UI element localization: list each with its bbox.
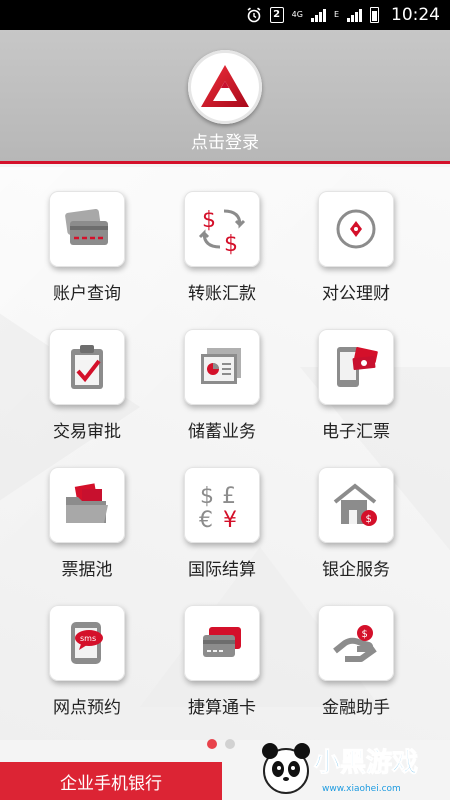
battery-icon — [370, 7, 379, 23]
svg-text:$: $ — [362, 629, 368, 640]
hand-coin-icon: $ — [318, 605, 394, 681]
svg-text:€: € — [199, 508, 213, 531]
page-dot-1[interactable] — [207, 739, 217, 749]
page-dot-2[interactable] — [225, 739, 235, 749]
house-coin-icon: $ — [318, 467, 394, 543]
alarm-icon — [246, 7, 262, 23]
menu-item-label: 网点预约 — [53, 698, 121, 718]
menu-item-bank-enterprise-service[interactable]: $ 银企服务 — [293, 467, 403, 597]
menu-item-e-bill[interactable]: 电子汇票 — [293, 329, 403, 459]
cards-icon — [184, 605, 260, 681]
menu-item-label: 国际结算 — [188, 560, 256, 580]
svg-text:$: $ — [202, 208, 216, 233]
tab-corporate-mobile-banking[interactable]: 企业手机银行 — [0, 762, 222, 800]
mobile-bill-icon — [318, 329, 394, 405]
svg-text:$: $ — [200, 484, 214, 509]
money-transfer-icon: $ $ — [184, 191, 260, 267]
menu-item-corporate-wealth[interactable]: 对公理财 — [293, 191, 403, 321]
status-bar: 2 4G E 10:24 — [0, 0, 450, 30]
menu-item-transaction-approval[interactable]: 交易审批 — [24, 329, 134, 459]
menu-item-label: 银企服务 — [322, 560, 390, 580]
menu-item-international-settlement[interactable]: $ £ € ¥ 国际结算 — [159, 467, 269, 597]
menu-item-label: 金融助手 — [322, 698, 390, 718]
watermark-brand-text: 小黑游戏 — [314, 748, 418, 778]
page-indicator[interactable] — [207, 739, 235, 749]
svg-text:sms: sms — [80, 634, 96, 643]
menu-item-savings[interactable]: 储蓄业务 — [159, 329, 269, 459]
menu-item-label: 对公理财 — [322, 284, 390, 304]
savings-documents-icon — [184, 329, 260, 405]
watermark-url-text: www.xiaohei.com — [322, 784, 401, 794]
bank-card-icon — [49, 191, 125, 267]
menu-item-transfer[interactable]: $ $ 转账汇款 — [159, 191, 269, 321]
sms-phone-icon: sms — [49, 605, 125, 681]
menu-item-branch-appointment[interactable]: sms 网点预约 — [24, 605, 134, 735]
signal-strength-2-icon — [347, 8, 362, 22]
clipboard-check-icon — [49, 329, 125, 405]
login-header[interactable]: 点击登录 — [0, 30, 450, 164]
network-e-label: E — [333, 10, 339, 19]
menu-item-label: 电子汇票 — [322, 422, 390, 442]
menu-item-label: 票据池 — [61, 560, 113, 580]
svg-text:£: £ — [222, 484, 236, 509]
menu-item-label: 账户查询 — [53, 284, 121, 304]
menu-grid: 账户查询 $ $ 转账汇款 对公理财 交易审批 储蓄业务 电子汇票 票据池 $ … — [0, 167, 450, 740]
panda-mascot-icon — [262, 743, 310, 794]
svg-text:$: $ — [366, 514, 372, 525]
site-watermark: 小黑游戏 www.xiaohei.com — [258, 735, 448, 797]
menu-item-finance-assistant[interactable]: $ 金融助手 — [293, 605, 403, 735]
bank-logo-icon[interactable] — [188, 50, 262, 124]
menu-item-label: 储蓄业务 — [188, 422, 256, 442]
network-type-label: 4G — [291, 10, 303, 19]
folder-documents-icon — [49, 467, 125, 543]
clock-time: 10:24 — [391, 5, 440, 25]
svg-text:$: $ — [224, 232, 238, 255]
signal-strength-icon — [310, 8, 326, 22]
wealth-coin-icon — [318, 191, 394, 267]
svg-text:¥: ¥ — [223, 508, 237, 531]
menu-item-settlement-card[interactable]: 捷算通卡 — [159, 605, 269, 735]
menu-item-account-query[interactable]: 账户查询 — [24, 191, 134, 321]
menu-item-label: 转账汇款 — [188, 284, 256, 304]
sim-indicator-icon: 2 — [269, 7, 284, 23]
menu-item-bill-pool[interactable]: 票据池 — [24, 467, 134, 597]
menu-item-label: 捷算通卡 — [188, 698, 256, 718]
login-link[interactable]: 点击登录 — [0, 128, 450, 153]
menu-item-label: 交易审批 — [53, 422, 121, 442]
currency-symbols-icon: $ £ € ¥ — [184, 467, 260, 543]
